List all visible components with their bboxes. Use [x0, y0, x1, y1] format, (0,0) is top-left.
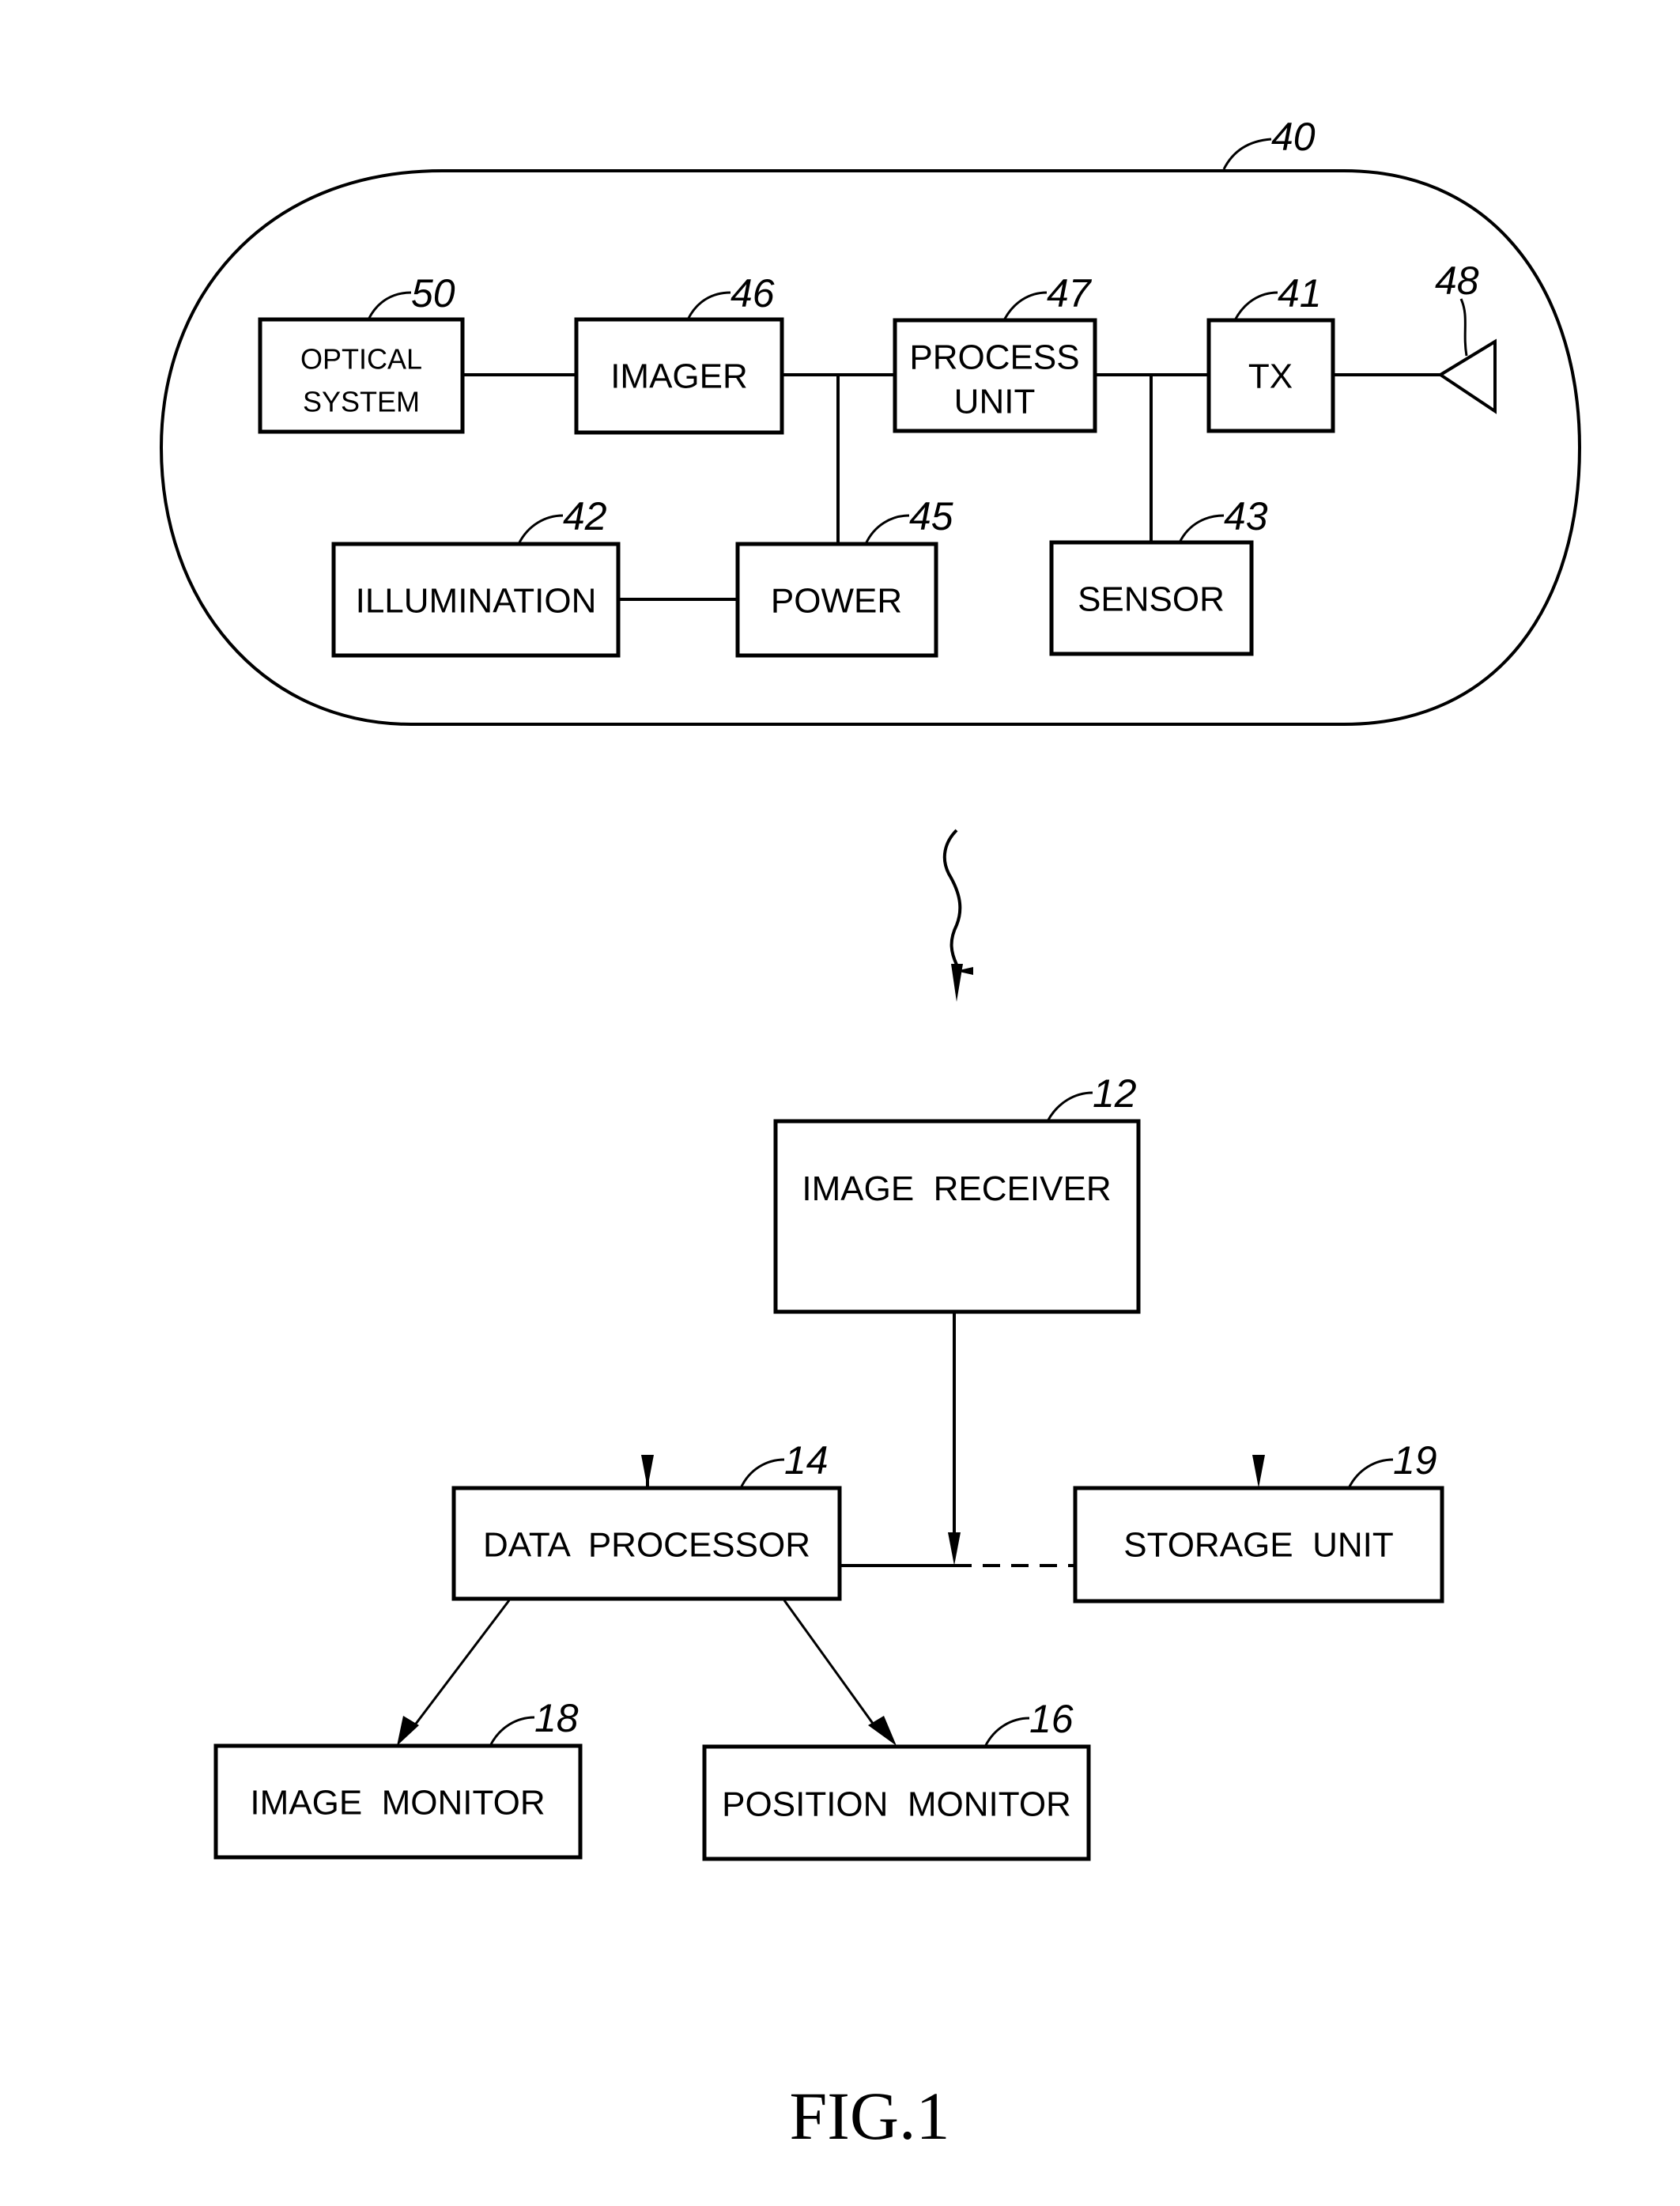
- antenna-ref-leader: [1459, 298, 1468, 357]
- svg-text:UNIT: UNIT: [954, 383, 1036, 421]
- wireless-link-arrow: [942, 829, 973, 975]
- image-monitor-arrowhead-icon: [397, 1716, 419, 1746]
- svg-text:TX: TX: [1248, 357, 1293, 396]
- svg-text:46: 46: [731, 271, 775, 315]
- optical-system-block: OPTICAL SYSTEM 50: [258, 271, 465, 434]
- data-processor-arrowhead-icon: [641, 1455, 654, 1488]
- image-receiver-block: IMAGE RECEIVER 12: [773, 1071, 1141, 1314]
- to-image-monitor-link: [410, 1600, 511, 1731]
- imager-block: IMAGER 46: [574, 271, 784, 435]
- svg-text:18: 18: [534, 1696, 579, 1740]
- svg-text:16: 16: [1029, 1697, 1074, 1741]
- position-monitor-arrowhead-icon: [868, 1716, 897, 1746]
- sensor-block: SENSOR 43: [1049, 494, 1268, 656]
- storage-arrowhead-icon: [1252, 1455, 1265, 1488]
- svg-text:12: 12: [1093, 1071, 1137, 1116]
- svg-text:14: 14: [784, 1438, 829, 1483]
- capsule-ref-leader: [1222, 138, 1272, 170]
- svg-text:43: 43: [1224, 494, 1268, 538]
- svg-text:50: 50: [411, 271, 455, 315]
- process-unit-block: PROCESS UNIT 47: [893, 271, 1097, 433]
- svg-text:IMAGER: IMAGER: [610, 357, 748, 396]
- position-monitor-block: POSITION MONITOR 16: [702, 1697, 1091, 1861]
- tx-block: TX 41: [1206, 271, 1335, 433]
- illumination-block: ILLUMINATION 42: [331, 494, 621, 658]
- svg-text:DATA PROCESSOR: DATA PROCESSOR: [483, 1526, 810, 1565]
- svg-text:IMAGE MONITOR: IMAGE MONITOR: [250, 1784, 545, 1823]
- wireless-arrowhead-icon: [951, 964, 963, 1002]
- power-block: POWER 45: [735, 494, 953, 658]
- svg-text:ILLUMINATION: ILLUMINATION: [356, 582, 597, 621]
- antenna-icon: [1437, 338, 1497, 414]
- receiver-arrowhead-icon: [948, 1532, 961, 1566]
- svg-text:45: 45: [909, 494, 953, 538]
- svg-text:POSITION MONITOR: POSITION MONITOR: [722, 1785, 1071, 1824]
- image-monitor-block: IMAGE MONITOR 18: [213, 1696, 583, 1860]
- svg-text:STORAGE UNIT: STORAGE UNIT: [1123, 1526, 1393, 1565]
- svg-text:47: 47: [1047, 271, 1093, 315]
- figure-caption: FIG.1: [789, 2078, 949, 2154]
- svg-text:42: 42: [563, 494, 607, 538]
- antenna-ref: 48: [1435, 259, 1479, 303]
- capsule-ref: 40: [1271, 115, 1316, 159]
- svg-text:OPTICAL: OPTICAL: [300, 343, 422, 376]
- to-position-monitor-link: [783, 1600, 879, 1731]
- svg-text:PROCESS: PROCESS: [909, 338, 1079, 377]
- svg-text:SYSTEM: SYSTEM: [303, 386, 420, 418]
- svg-text:POWER: POWER: [771, 582, 902, 621]
- svg-text:41: 41: [1278, 271, 1322, 315]
- block-diagram: 40 48 OPTICAL SYSTEM 50 IMAGER 46 PROCES…: [159, 115, 1582, 2154]
- svg-text:19: 19: [1393, 1438, 1437, 1483]
- svg-text:SENSOR: SENSOR: [1078, 580, 1225, 619]
- svg-text:IMAGE RECEIVER: IMAGE RECEIVER: [802, 1169, 1111, 1208]
